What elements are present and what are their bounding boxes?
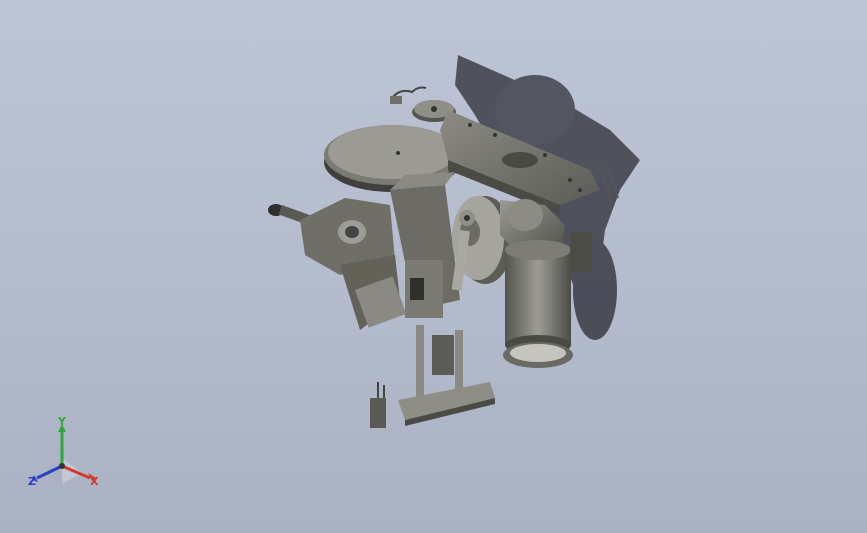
left-clamp-mechanism[interactable] [300,198,407,330]
z-axis-label: Z [28,475,36,488]
x-axis-label: X [90,475,99,488]
base-plate[interactable] [398,382,495,426]
cad-assembly-model[interactable] [0,0,867,533]
sensor-connector [390,96,402,104]
y-axis-label: Y [58,415,66,428]
graphics-viewport[interactable]: Y X Z [0,0,867,533]
central-frame[interactable] [390,172,460,318]
lower-sensor[interactable] [370,382,386,428]
view-orientation-triad: Y X Z [20,415,110,494]
